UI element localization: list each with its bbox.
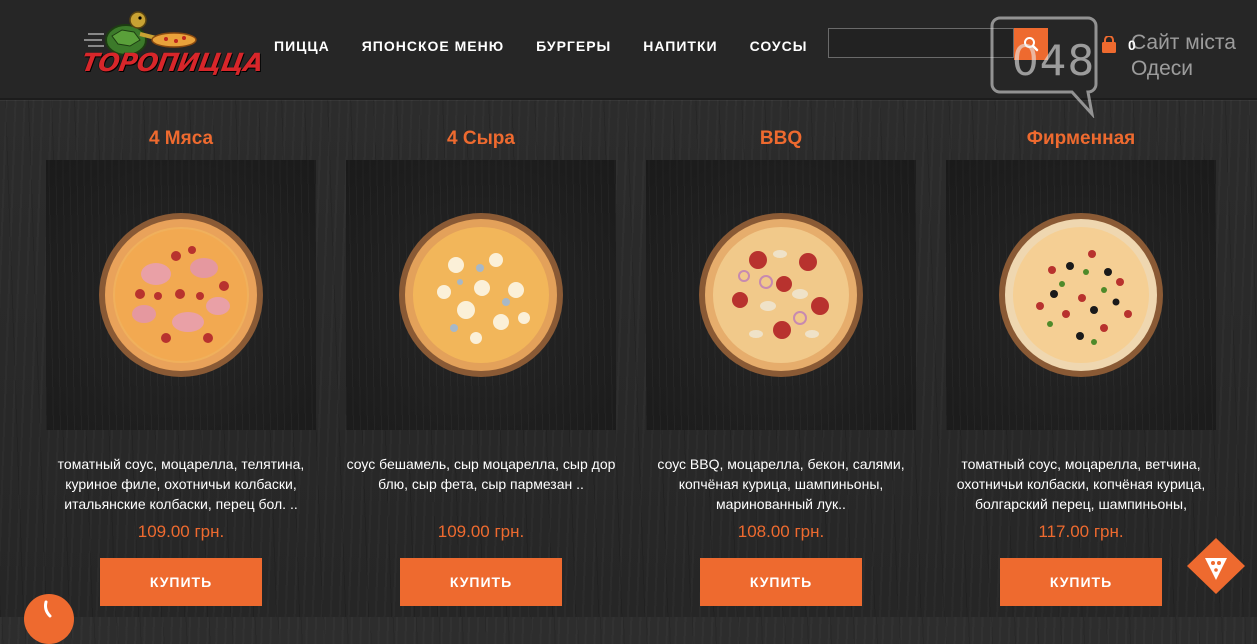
product-description: соус BBQ, моцарелла, бекон, салями, копч… [657,456,905,512]
nav-item-drinks[interactable]: НАПИТКИ [643,38,717,54]
nav-item-burgers[interactable]: БУРГЕРЫ [536,38,611,54]
pizza-bbq-image [699,213,863,377]
product-image[interactable] [646,160,916,430]
product-description: соус бешамель, сыр моцарелла, сыр дор бл… [346,456,616,492]
watermark-number: 048 [1012,36,1096,85]
buy-button[interactable]: КУПИТЬ [700,558,862,606]
nav-item-japanese-menu[interactable]: ЯПОНСКОЕ МЕНЮ [362,38,504,54]
nav-item-sauces[interactable]: СОУСЫ [750,38,808,54]
buy-button[interactable]: КУПИТЬ [400,558,562,606]
pizza-4-meat-image [99,213,263,377]
search-input[interactable] [828,28,1014,58]
nav-item-pizza[interactable]: ПИЦЦА [274,38,330,54]
watermark-line1: Сайт міста [1131,31,1236,54]
watermark-line2: Одеси [1131,57,1194,80]
product-description: томатный соус, моцарелла, ветчина, охотн… [956,456,1206,512]
pizza-signature-image [999,213,1163,377]
product-image[interactable] [946,160,1216,430]
product-name[interactable]: Фирменная [946,128,1216,150]
product-name[interactable]: 4 Сыра [346,128,616,150]
logo-text: ТОРОПИЦЦА [79,48,266,77]
phone-callback-button[interactable] [24,594,74,644]
product-name[interactable]: 4 Мяса [46,128,316,150]
phone-icon [44,600,52,618]
watermark-text: Сайт міста Одеси [1131,30,1236,82]
buy-button[interactable]: КУПИТЬ [100,558,262,606]
product-price: 109.00 грн. [437,522,525,541]
product-name[interactable]: BBQ [646,128,916,150]
pizza-menu-icon[interactable] [1185,536,1247,596]
pizza-4-cheese-image [399,213,563,377]
product-price: 108.00 грн. [737,522,825,541]
main-nav: ПИЦЦА ЯПОНСКОЕ МЕНЮ БУРГЕРЫ НАПИТКИ СОУС… [274,38,839,54]
product-image[interactable] [346,160,616,430]
logo[interactable]: ТОРОПИЦЦА [78,8,266,78]
product-description: томатный соус, моцарелла, телятина, кури… [57,456,305,512]
product-image[interactable] [46,160,316,430]
product-price: 117.00 грн. [1038,522,1124,541]
buy-button[interactable]: КУПИТЬ [1000,558,1162,606]
product-price: 109.00 грн. [137,522,225,541]
